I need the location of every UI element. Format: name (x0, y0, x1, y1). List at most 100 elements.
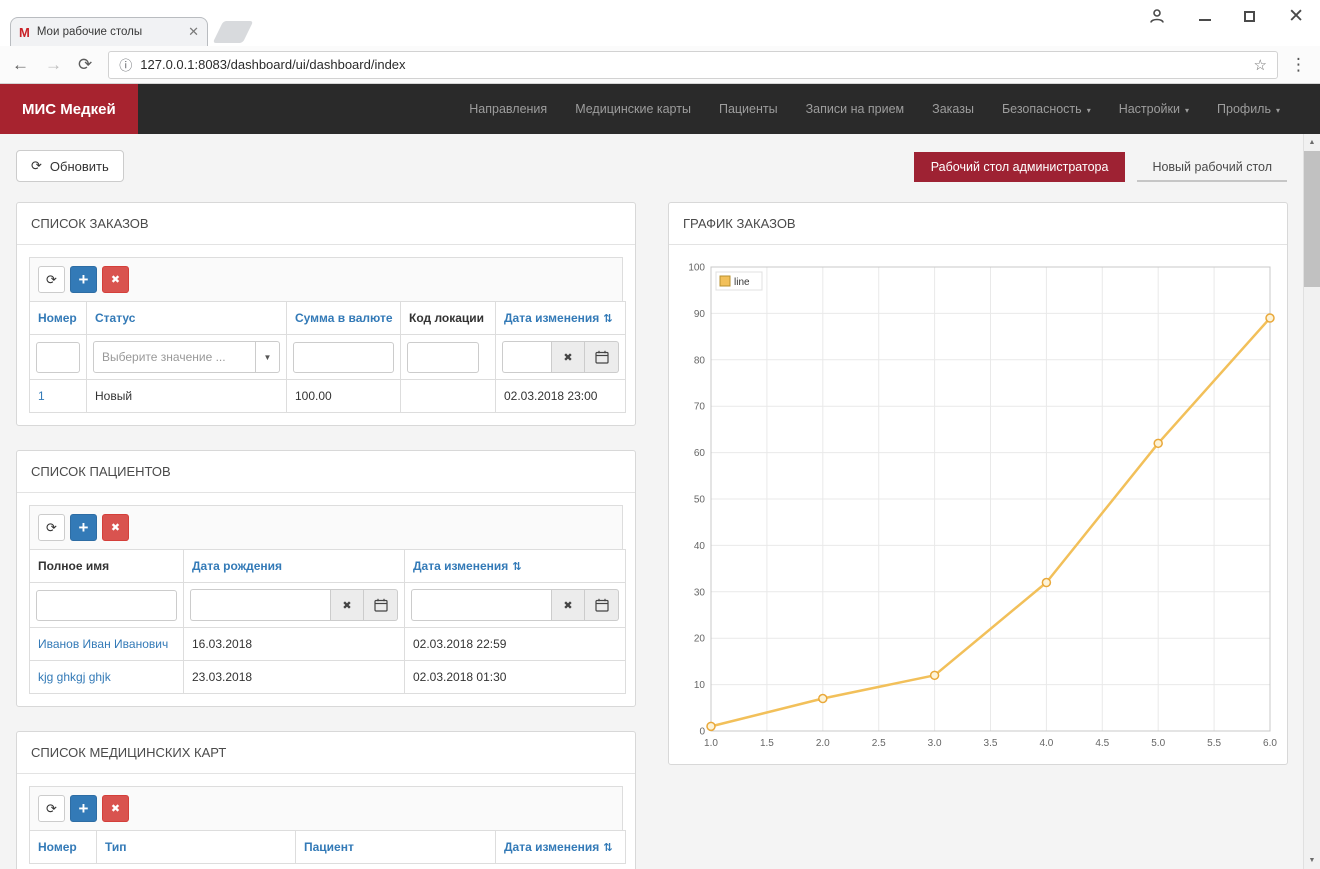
orders-table: Номер Статус Сумма в валюте Код локации … (29, 301, 626, 413)
svg-text:20: 20 (694, 634, 706, 645)
amount-filter-input[interactable] (293, 342, 394, 373)
nav-item-patients[interactable]: Пациенты (705, 102, 792, 116)
scroll-down-icon[interactable]: ▼ (1304, 852, 1320, 869)
brand-logo[interactable]: МИС Медкей (0, 84, 138, 134)
svg-text:6.0: 6.0 (1263, 738, 1277, 749)
delete-icon: ✖ (111, 802, 120, 815)
app-header: МИС Медкей Направления Медицинские карты… (0, 84, 1320, 134)
sort-icon[interactable]: ⇅ (603, 842, 612, 854)
nav-item-referrals[interactable]: Направления (455, 102, 561, 116)
column-header-type[interactable]: Тип (97, 831, 296, 864)
cell-amount: 100.00 (287, 380, 401, 413)
grid-delete-button[interactable]: ✖ (102, 514, 129, 541)
grid-delete-button[interactable]: ✖ (102, 266, 129, 293)
column-header-status[interactable]: Статус (87, 302, 287, 335)
calendar-icon[interactable] (585, 589, 619, 621)
orders-chart: 01020304050607080901001.01.52.02.53.03.5… (681, 257, 1277, 755)
browser-menu-icon[interactable]: ⋮ (1290, 55, 1308, 75)
grid-refresh-button[interactable]: ⟳ (38, 795, 65, 822)
nav-item-profile[interactable]: Профиль▾ (1203, 102, 1294, 116)
info-icon[interactable]: ⓘ (119, 55, 132, 74)
status-filter-select[interactable]: Выберите значение ... ▼ (93, 341, 280, 373)
close-button[interactable]: ✕ (1288, 7, 1304, 26)
nav-item-appointments[interactable]: Записи на прием (792, 102, 919, 116)
svg-text:90: 90 (694, 309, 706, 320)
scroll-up-icon[interactable]: ▲ (1304, 134, 1320, 151)
column-header-birth-date[interactable]: Дата рождения (184, 550, 405, 583)
patient-name-link[interactable]: Иванов Иван Иванович (30, 628, 184, 661)
refresh-icon: ⟳ (46, 272, 57, 288)
clear-filter-icon[interactable]: ✖ (551, 341, 585, 373)
column-header-patient[interactable]: Пациент (296, 831, 496, 864)
browser-tab[interactable]: М Мои рабочие столы ✕ (10, 17, 208, 46)
url-text[interactable]: 127.0.0.1:8083/dashboard/ui/dashboard/in… (140, 57, 1245, 72)
refresh-icon: ⟳ (31, 158, 42, 174)
forward-icon[interactable]: → (45, 55, 62, 75)
profile-icon[interactable] (1148, 7, 1166, 25)
svg-text:80: 80 (694, 355, 706, 366)
nav-item-orders[interactable]: Заказы (918, 102, 988, 116)
modified-date-filter-input[interactable] (411, 589, 551, 621)
patient-name-filter-input[interactable] (36, 590, 177, 621)
nav-item-medical-cards[interactable]: Медицинские карты (561, 102, 705, 116)
column-header-modified[interactable]: Дата изменения⇅ (496, 831, 626, 864)
reload-icon[interactable]: ⟳ (78, 55, 92, 75)
svg-text:4.5: 4.5 (1095, 738, 1109, 749)
refresh-button[interactable]: ⟳ Обновить (16, 150, 124, 182)
patient-name-link[interactable]: kjg ghkgj ghjk (30, 661, 184, 694)
nav-item-settings[interactable]: Настройки▾ (1105, 102, 1203, 116)
order-number-link[interactable]: 1 (30, 380, 87, 413)
grid-refresh-button[interactable]: ⟳ (38, 514, 65, 541)
page-scrollbar[interactable]: ▲ ▼ (1303, 134, 1320, 869)
column-header-modified[interactable]: Дата изменения⇅ (496, 302, 626, 335)
bookmark-star-icon[interactable]: ☆ (1254, 56, 1267, 74)
calendar-icon[interactable] (585, 341, 619, 373)
nav-item-security[interactable]: Безопасность▾ (988, 102, 1105, 116)
calendar-icon[interactable] (364, 589, 398, 621)
grid-refresh-button[interactable]: ⟳ (38, 266, 65, 293)
chevron-down-icon: ▾ (1276, 104, 1280, 115)
panel-title: СПИСОК ЗАКАЗОВ (17, 203, 635, 245)
maximize-button[interactable] (1244, 11, 1255, 22)
new-tab-button[interactable] (213, 21, 254, 43)
sort-icon[interactable]: ⇅ (603, 313, 612, 325)
filter-cell (401, 335, 496, 380)
panel-title: СПИСОК ПАЦИЕНТОВ (17, 451, 635, 493)
column-header-amount[interactable]: Сумма в валюте (287, 302, 401, 335)
sort-icon[interactable]: ⇅ (512, 561, 521, 573)
patients-panel: СПИСОК ПАЦИЕНТОВ ⟳ + ✖ Полное имя Дата р… (16, 450, 636, 707)
panel-title: СПИСОК МЕДИЦИНСКИХ КАРТ (17, 732, 635, 774)
url-bar[interactable]: ⓘ 127.0.0.1:8083/dashboard/ui/dashboard/… (108, 51, 1278, 79)
tab-close-icon[interactable]: ✕ (188, 24, 199, 40)
table-row[interactable]: Иванов Иван Иванович 16.03.2018 02.03.20… (30, 628, 626, 661)
cell-modified: 02.03.2018 01:30 (405, 661, 626, 694)
tab-admin-desktop[interactable]: Рабочий стол администратора (914, 152, 1126, 182)
grid-add-button[interactable]: + (70, 266, 97, 293)
svg-text:3.5: 3.5 (984, 738, 998, 749)
clear-filter-icon[interactable]: ✖ (330, 589, 364, 621)
back-icon[interactable]: ← (12, 55, 29, 75)
order-number-filter-input[interactable] (36, 342, 80, 373)
svg-text:50: 50 (694, 495, 706, 506)
svg-text:5.0: 5.0 (1151, 738, 1165, 749)
column-header-number[interactable]: Номер (30, 302, 87, 335)
svg-text:1.5: 1.5 (760, 738, 774, 749)
minimize-button[interactable] (1199, 11, 1211, 21)
column-header-number[interactable]: Номер (30, 831, 97, 864)
grid-delete-button[interactable]: ✖ (102, 795, 129, 822)
chevron-down-icon: ▾ (1185, 104, 1189, 115)
table-row[interactable]: 1 Новый 100.00 02.03.2018 23:00 (30, 380, 626, 413)
plus-icon: + (79, 270, 89, 290)
cell-modified: 02.03.2018 22:59 (405, 628, 626, 661)
modified-date-filter-input[interactable] (502, 341, 551, 373)
clear-filter-icon[interactable]: ✖ (551, 589, 585, 621)
table-row[interactable]: kjg ghkgj ghjk 23.03.2018 02.03.2018 01:… (30, 661, 626, 694)
location-filter-input[interactable] (407, 342, 479, 373)
column-header-modified[interactable]: Дата изменения⇅ (405, 550, 626, 583)
grid-add-button[interactable]: + (70, 795, 97, 822)
tab-new-desktop[interactable]: Новый рабочий стол (1137, 152, 1287, 182)
chevron-down-icon[interactable]: ▼ (255, 342, 279, 372)
birth-date-filter-input[interactable] (190, 589, 330, 621)
scrollbar-thumb[interactable] (1304, 151, 1320, 287)
grid-add-button[interactable]: + (70, 514, 97, 541)
